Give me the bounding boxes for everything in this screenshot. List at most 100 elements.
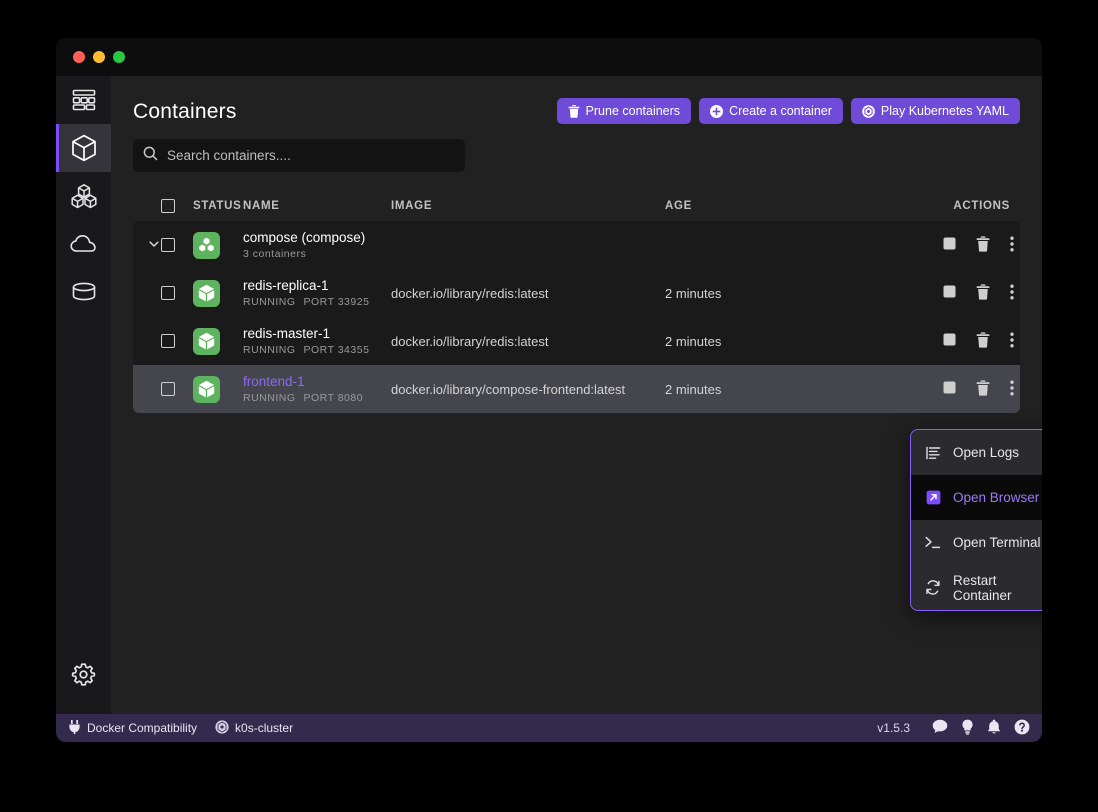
trash-icon[interactable] [976,331,990,351]
header-row: Containers Prune containers Create a con… [133,98,1020,124]
menu-item-open-terminal[interactable]: Open Terminal [911,520,1042,565]
row-status-cell [193,279,243,307]
trash-icon[interactable] [976,283,990,303]
database-icon [71,282,97,302]
sidebar-item-dashboard[interactable] [56,76,111,124]
row-select-cell [161,334,193,348]
row-name: redis-master-1 [243,325,331,341]
prune-containers-label: Prune containers [585,104,681,118]
status-cluster[interactable]: k0s-cluster [215,719,293,737]
search-bar[interactable] [133,139,465,172]
container-context-menu: Open Logs Open Browser Open Terminal Res… [910,429,1042,611]
sidebar-item-containers[interactable] [56,124,111,172]
sidebar [56,76,111,714]
row-name[interactable]: frontend-1 [243,374,391,390]
row-select-cell [161,382,193,396]
row-name: compose (compose) [243,229,366,245]
kubernetes-icon [862,104,875,118]
cloud-icon [69,234,98,254]
dashboard-grid-icon [72,89,96,111]
window-titlebar [56,38,1042,76]
question-circle-icon[interactable] [1014,719,1030,738]
row-age: 2 minutes [665,333,722,349]
menu-item-restart-container[interactable]: Restart Container [911,565,1042,610]
main-content: Containers Prune containers Create a con… [111,76,1042,714]
container-cube-icon [193,279,220,307]
menu-item-label: Open Terminal [953,535,1041,550]
row-actions [900,235,1020,255]
table-header-row: STATUS NAME IMAGE AGE ACTIONS [133,193,1020,219]
search-icon [143,146,158,166]
stop-square-icon[interactable] [943,333,956,349]
chat-bubble-icon[interactable] [932,719,948,737]
play-kubernetes-yaml-button[interactable]: Play Kubernetes YAML [850,98,1020,124]
table-row[interactable]: redis-replica-1 RUNNING PORT 33925 docker… [133,269,1020,317]
stop-square-icon[interactable] [943,237,956,253]
menu-item-label: Restart Container [953,572,1012,603]
bell-icon[interactable] [987,719,1001,738]
close-window-button[interactable] [73,51,85,63]
trash-icon[interactable] [976,235,990,255]
sidebar-item-volumes[interactable] [56,268,111,316]
plug-icon [68,719,81,737]
status-label: Docker Compatibility [87,721,198,735]
stop-square-icon[interactable] [943,381,956,397]
status-bar-right: v1.5.3 [877,719,1030,738]
status-bar-left: Docker Compatibility k0s-cluster [68,719,293,737]
stop-square-icon[interactable] [943,285,956,301]
table-row[interactable]: frontend-1 RUNNING PORT 8080 docker.io/li… [133,365,1020,413]
row-subtitle: RUNNING PORT 33925 [243,295,391,309]
maximize-window-button[interactable] [113,51,125,63]
row-checkbox[interactable] [161,286,175,300]
row-status-label: RUNNING [243,391,296,404]
row-status-cell [193,375,243,403]
lightbulb-icon[interactable] [961,719,974,738]
sidebar-item-networks[interactable] [56,220,111,268]
row-image: docker.io/library/redis:latest [391,333,549,349]
table-row[interactable]: redis-master-1 RUNNING PORT 34355 docker.… [133,317,1020,365]
header-age: AGE [665,200,693,212]
select-all-checkbox[interactable] [161,199,175,213]
search-input[interactable] [167,148,455,163]
menu-item-open-logs[interactable]: Open Logs [911,430,1042,475]
minimize-window-button[interactable] [93,51,105,63]
kebab-menu-icon[interactable] [1010,284,1014,303]
status-docker-compatibility[interactable]: Docker Compatibility [68,719,198,737]
row-checkbox[interactable] [161,382,175,396]
header-actions-col: ACTIONS [953,200,1010,212]
row-select-cell [161,238,193,252]
status-bar-icons [932,719,1030,738]
create-container-button[interactable]: Create a container [699,98,843,124]
gear-icon [71,662,96,687]
restart-arrows-icon [925,580,941,595]
row-port-label: PORT 33925 [303,295,370,308]
table-row[interactable]: compose (compose) 3 containers [133,221,1020,269]
sidebar-item-images[interactable] [56,172,111,220]
header-status: STATUS [193,200,242,212]
row-name: redis-replica-1 [243,277,329,293]
select-all-cell [161,199,193,213]
row-port-label: PORT 34355 [303,343,370,356]
sidebar-item-settings[interactable] [56,650,111,698]
kebab-menu-icon[interactable] [1010,236,1014,255]
chevron-down-icon[interactable] [148,238,160,253]
kebab-menu-icon[interactable] [1010,380,1014,399]
header-image: IMAGE [391,200,433,212]
window-body: Containers Prune containers Create a con… [56,76,1042,714]
row-checkbox[interactable] [161,238,175,252]
row-subtitle: 3 containers [243,247,307,260]
row-checkbox[interactable] [161,334,175,348]
trash-icon[interactable] [976,379,990,399]
row-port-label: PORT 8080 [303,391,364,404]
app-window: Containers Prune containers Create a con… [56,38,1042,742]
expand-group-cell [147,238,161,253]
row-actions [900,379,1020,399]
row-status-cell [193,327,243,355]
header-name: NAME [243,200,280,212]
container-cube-icon [193,327,220,355]
kebab-menu-icon[interactable] [1010,332,1014,351]
prune-containers-button[interactable]: Prune containers [556,98,692,124]
menu-item-open-browser[interactable]: Open Browser [911,475,1042,520]
row-subtitle: RUNNING PORT 8080 [243,391,391,405]
